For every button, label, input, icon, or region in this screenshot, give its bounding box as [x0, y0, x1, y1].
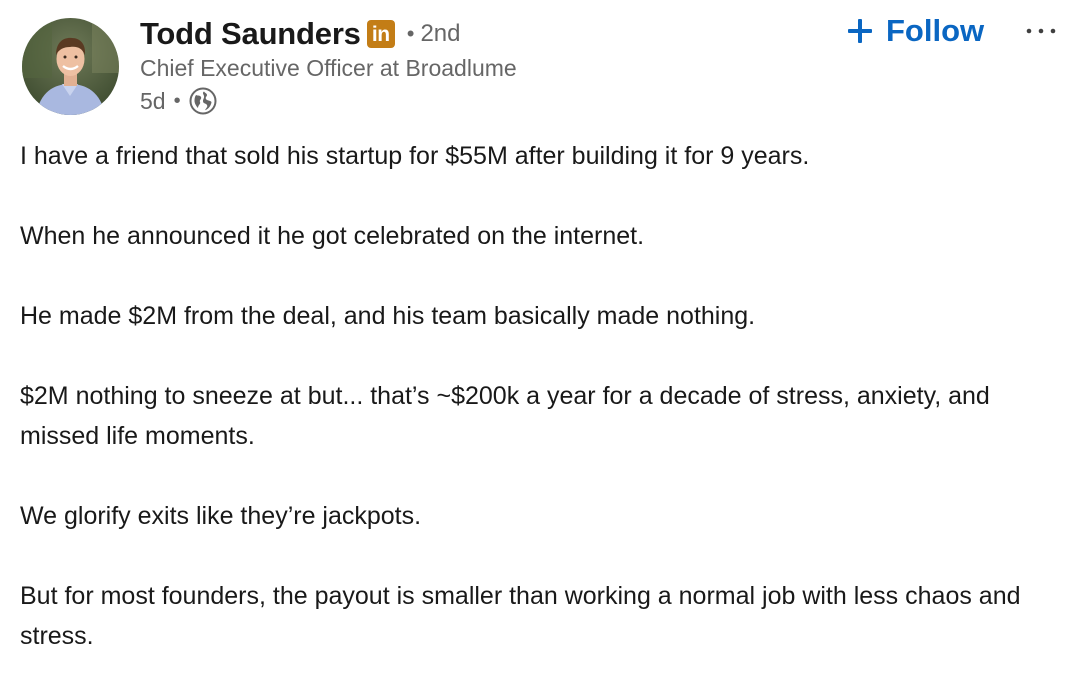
- avatar[interactable]: [22, 18, 119, 115]
- plus-icon: [848, 19, 872, 43]
- follow-button[interactable]: Follow: [846, 10, 984, 52]
- author-headline: Chief Executive Officer at Broadlume: [140, 55, 517, 81]
- separator-dot: •: [406, 21, 415, 46]
- post-paragraph: When he announced it he got celebrated o…: [20, 222, 645, 250]
- linkedin-premium-badge: in: [366, 20, 395, 48]
- post-time: 5d: [140, 87, 166, 114]
- author-name[interactable]: Todd Saunders: [140, 16, 361, 52]
- avatar-photo: [22, 18, 119, 115]
- post-paragraph: But for most founders, the payout is sma…: [20, 582, 1021, 650]
- globe-icon: [189, 87, 217, 115]
- post-paragraph: $2M nothing to sneeze at but... that’s ~…: [20, 382, 990, 450]
- post-meta: 5d •: [140, 86, 217, 116]
- separator-dot: •: [173, 89, 181, 112]
- post-paragraph: We glorify exits like they’re jackpots.: [20, 502, 422, 530]
- more-options-button[interactable]: [1020, 14, 1064, 48]
- post-paragraph: I have a friend that sold his startup fo…: [20, 142, 810, 170]
- more-icon: [1026, 28, 1056, 34]
- author-name-row: Todd Saunders in • 2nd: [140, 14, 460, 54]
- post-paragraph: He made $2M from the deal, and his team …: [20, 302, 756, 330]
- post-body: I have a friend that sold his startup fo…: [20, 136, 1070, 696]
- badge-text: in: [371, 22, 390, 46]
- feed-post: Todd Saunders in • 2nd Chief Executive O…: [0, 0, 1086, 662]
- follow-label: Follow: [886, 13, 985, 48]
- connection-degree: 2nd: [420, 20, 461, 47]
